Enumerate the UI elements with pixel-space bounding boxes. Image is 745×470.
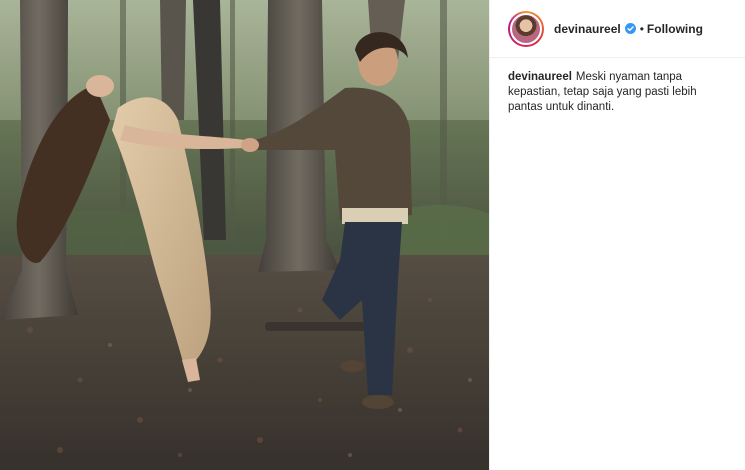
header-separator: •	[639, 21, 644, 36]
following-button[interactable]: Following	[647, 22, 703, 36]
avatar-story-ring[interactable]	[508, 10, 544, 47]
post-header: devinaureel • Following	[490, 0, 745, 58]
caption-username[interactable]: devinaureel	[508, 71, 572, 83]
author-username[interactable]: devinaureel	[554, 22, 621, 36]
avatar[interactable]	[510, 12, 542, 45]
instagram-post: devinaureel • Following devinaureel Meski…	[0, 0, 745, 470]
post-photo[interactable]	[0, 0, 489, 470]
verified-badge-icon	[624, 23, 636, 34]
forest-couple-scene	[0, 0, 489, 470]
post-sidebar: devinaureel • Following devinaureel Meski…	[489, 0, 745, 470]
post-caption: devinaureel Meski nyaman tanpa kepastian,…	[490, 58, 745, 115]
